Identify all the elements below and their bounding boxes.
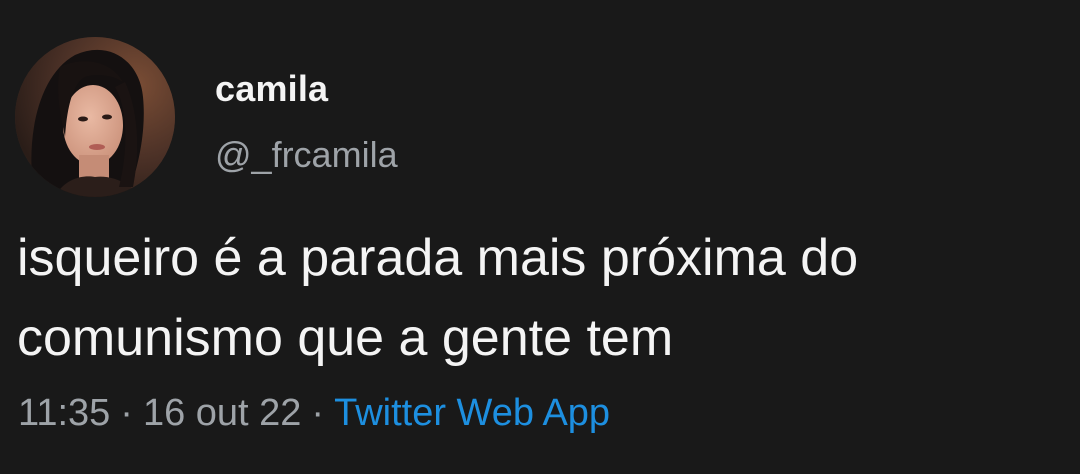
tweet-time[interactable]: 11:35 [18,392,110,434]
tweet-source-link[interactable]: Twitter Web App [334,392,610,434]
tweet-card: camila @_frcamila isqueiro é a parada ma… [0,0,1080,474]
tweet-metadata: 11:35 · 16 out 22 · Twitter Web App [18,392,610,435]
avatar[interactable] [15,37,175,197]
separator: · [120,392,133,434]
avatar-photo [15,37,175,197]
tweet-text: isqueiro é a parada mais próxima do comu… [17,229,859,367]
author-handle[interactable]: @_frcamila [215,134,398,176]
tweet-date[interactable]: 16 out 22 [143,392,301,434]
author-display-name[interactable]: camila [215,68,328,110]
separator: · [311,392,325,434]
